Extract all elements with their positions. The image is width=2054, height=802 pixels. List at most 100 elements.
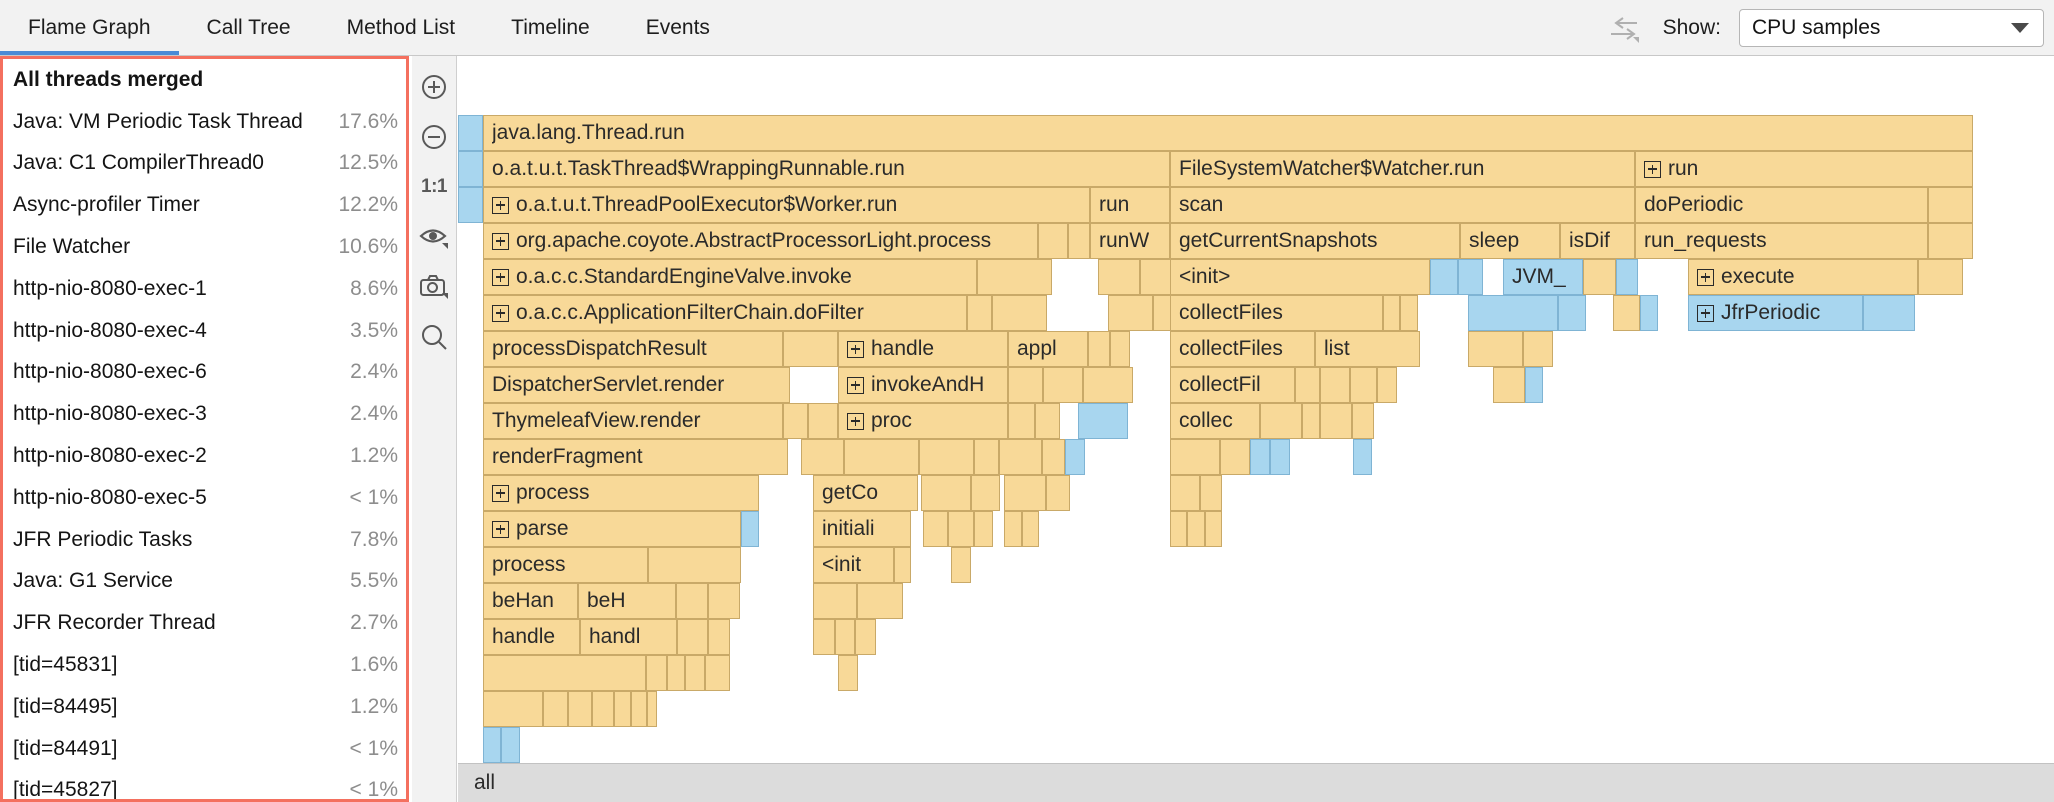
thread-list-item[interactable]: File Watcher 10.6% [3,226,406,268]
flame-frame[interactable] [1046,475,1070,511]
thread-list-item[interactable]: Java: G1 Service 5.5% [3,561,406,603]
flame-frame[interactable] [1078,403,1128,439]
flame-frame[interactable] [894,547,911,583]
flame-frame[interactable] [646,655,667,691]
show-select[interactable]: CPU samples [1739,8,2044,47]
thread-list-item[interactable]: http-nio-8080-exec-6 2.4% [3,352,406,394]
flame-frame[interactable] [667,655,685,691]
flame-frame[interactable] [483,691,543,727]
flame-frame[interactable] [458,115,483,151]
thread-list[interactable]: All threads merged Java: VM Periodic Task… [3,59,406,799]
flame-frame[interactable]: collectFil [1170,367,1295,403]
flame-frame[interactable] [648,547,741,583]
flame-frame[interactable] [1400,295,1418,331]
flame-frame[interactable] [835,619,855,655]
expand-frame-icon[interactable] [492,520,509,538]
flame-frame[interactable]: collectFiles [1170,331,1315,367]
flame-frame[interactable]: getCo [813,475,918,511]
flame-frame[interactable] [568,691,592,727]
flame-frame[interactable] [1468,295,1558,331]
flame-frame[interactable] [1042,439,1065,475]
flame-frame[interactable]: DispatcherServlet.render [483,367,790,403]
flame-frame[interactable] [676,583,708,619]
flame-frame[interactable] [741,511,759,547]
flame-graph-canvas[interactable]: handle handl beHan beH process <init parse init… [458,56,2054,763]
thread-list-item[interactable]: http-nio-8080-exec-2 1.2% [3,435,406,477]
flame-frame[interactable] [857,583,903,619]
flame-frame[interactable] [855,619,876,655]
thread-list-item[interactable]: Java: C1 CompilerThread0 12.5% [3,143,406,185]
flame-frame[interactable] [1035,403,1060,439]
flame-frame[interactable] [1583,259,1616,295]
search-icon[interactable] [413,316,455,358]
flame-frame[interactable] [801,439,844,475]
flame-frame[interactable]: <init> [1170,259,1430,295]
flame-frame[interactable] [921,475,971,511]
flame-frame[interactable]: getCurrentSnapshots [1170,223,1460,259]
flame-root-frame[interactable]: all [458,763,2054,802]
flame-frame[interactable] [1038,223,1068,259]
flame-frame[interactable] [1008,403,1035,439]
flame-frame[interactable]: doPeriodic [1635,187,1928,223]
flame-frame[interactable] [844,439,919,475]
flame-frame[interactable] [1928,223,1973,259]
flame-frame[interactable] [1065,439,1085,475]
flame-frame[interactable] [592,691,614,727]
flame-frame[interactable]: java.lang.Thread.run [483,115,1973,151]
flame-frame[interactable]: o.a.c.c.ApplicationFilterChain.doFilter [483,295,967,331]
flame-frame[interactable]: proc [838,403,1008,439]
thread-list-item[interactable]: [tid=84495] 1.2% [3,686,406,728]
flame-frame[interactable]: handle [483,619,580,655]
expand-frame-icon[interactable] [847,340,864,358]
expand-frame-icon[interactable] [492,304,509,322]
flame-frame[interactable] [677,619,708,655]
zoom-in-icon[interactable] [413,66,455,108]
flame-frame[interactable] [501,727,520,763]
flame-frame[interactable] [838,655,858,691]
flame-frame[interactable] [1383,295,1400,331]
flame-frame[interactable] [1640,295,1658,331]
flame-frame[interactable] [708,583,740,619]
flame-frame[interactable] [1260,403,1302,439]
flame-frame[interactable] [1616,259,1638,295]
flame-frame[interactable] [543,691,568,727]
flame-frame[interactable]: process [483,475,759,511]
flame-frame[interactable] [977,259,1052,295]
flame-frame[interactable] [614,691,631,727]
flame-frame[interactable] [992,295,1047,331]
expand-frame-icon[interactable] [492,268,509,286]
thread-list-item[interactable]: http-nio-8080-exec-3 2.4% [3,393,406,435]
flame-frame[interactable] [1468,331,1523,367]
flame-frame[interactable] [1004,475,1046,511]
flame-frame[interactable] [1022,511,1039,547]
flame-frame[interactable] [1295,367,1320,403]
expand-frame-icon[interactable] [847,376,864,394]
flame-frame[interactable]: ThymeleafView.render [483,403,783,439]
flame-frame[interactable]: appl [1008,331,1088,367]
eye-icon[interactable] [413,216,455,258]
flame-frame[interactable] [1170,511,1187,547]
flame-frame[interactable]: handl [580,619,677,655]
flame-frame[interactable] [1110,331,1130,367]
flame-frame[interactable] [1493,367,1525,403]
flame-frame[interactable] [708,619,730,655]
flame-frame[interactable] [1458,259,1483,295]
flame-frame[interactable] [685,655,705,691]
flame-frame[interactable]: sleep [1460,223,1560,259]
flame-frame[interactable] [1068,223,1090,259]
flame-frame[interactable]: run [1635,151,1973,187]
flame-frame[interactable] [1008,367,1043,403]
thread-list-item[interactable]: http-nio-8080-exec-4 3.5% [3,310,406,352]
flame-frame[interactable] [1205,511,1222,547]
flame-frame[interactable] [1187,511,1205,547]
flame-frame[interactable] [808,403,838,439]
flame-frame[interactable] [974,439,999,475]
expand-frame-icon[interactable] [1697,304,1714,322]
flame-frame[interactable] [1170,439,1220,475]
flame-frame[interactable] [1004,511,1022,547]
flame-frame[interactable]: beHan [483,583,578,619]
thread-list-item[interactable]: [tid=45831] 1.6% [3,644,406,686]
flame-frame[interactable]: beH [578,583,676,619]
flame-frame[interactable] [631,691,647,727]
flame-frame[interactable] [1928,187,1973,223]
